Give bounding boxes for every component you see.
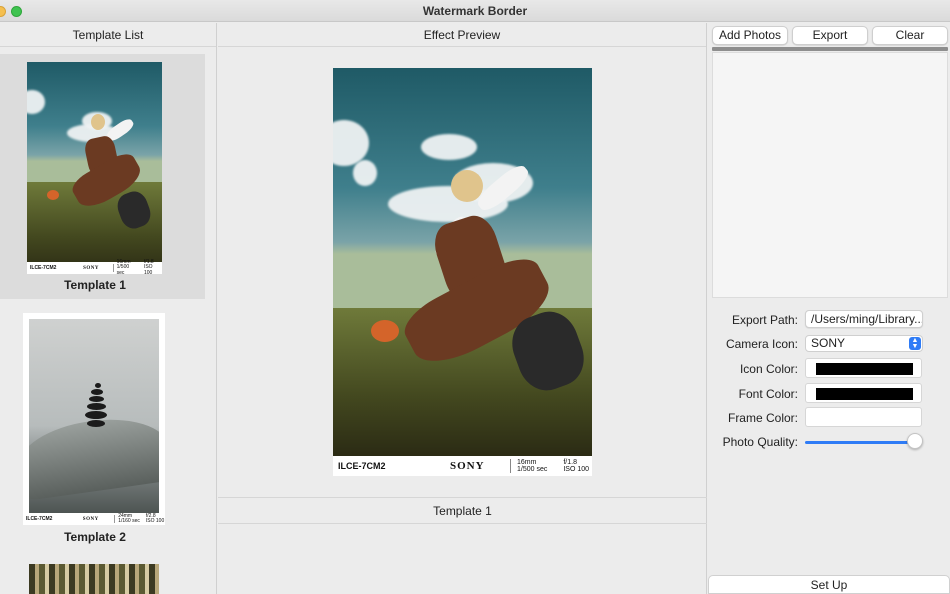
font-color-label: Font Color: — [738, 387, 798, 401]
template-1-label: Template 1 — [64, 278, 126, 292]
template-1-watermark: ILCE-7CM2 SONY 16mm 1/500 sec f/1.8 ISO 10… — [27, 260, 162, 274]
frame-color-swatch — [816, 412, 913, 424]
app-window: Watermark Border Template List ILCE-7CM2 — [0, 0, 950, 594]
template-2-thumbnail: ILCE-7CM2 SONY 24mm 1/160 sec f/2.8 ISO 10… — [23, 313, 165, 525]
template-item-1[interactable]: ILCE-7CM2 SONY 16mm 1/500 sec f/1.8 ISO 10… — [0, 54, 205, 299]
add-photos-button[interactable]: Add Photos — [712, 26, 788, 45]
preview-photo — [333, 68, 592, 456]
icon-color-swatch — [816, 363, 913, 375]
settings-panel: Add Photos Export Clear Export Path: /Us… — [708, 23, 950, 594]
frame-color-label: Frame Color: — [727, 411, 798, 425]
photo-quality-slider[interactable] — [805, 441, 915, 444]
template-item-3[interactable] — [0, 564, 205, 594]
camera-icon-selected-value: SONY — [811, 336, 846, 350]
preview-caption: Template 1 — [218, 498, 707, 524]
setup-button[interactable]: Set Up — [708, 575, 950, 594]
effect-preview-panel: Effect Preview ILCE-7CM2 SONY 16mm 1/500… — [218, 23, 707, 594]
clear-button[interactable]: Clear — [872, 26, 948, 45]
export-path-button[interactable]: /Users/ming/Library... — [805, 310, 923, 328]
font-color-swatch — [816, 388, 913, 400]
photo-quality-label: Photo Quality: — [722, 435, 798, 449]
preview-image: ILCE-7CM2 SONY 16mm 1/500 sec f/1.8 ISO 10… — [333, 68, 592, 476]
frame-color-well[interactable] — [805, 407, 922, 427]
camera-icon-select[interactable]: SONY ▲ ▼ — [805, 335, 923, 352]
effect-preview-header: Effect Preview — [218, 23, 706, 47]
title-bar: Watermark Border — [0, 0, 950, 22]
photo-quality-slider-knob[interactable] — [907, 433, 923, 449]
export-button[interactable]: Export — [792, 26, 868, 45]
export-path-label: Export Path: — [731, 313, 798, 327]
camera-icon-label: Camera Icon: — [725, 337, 798, 351]
icon-color-well[interactable] — [805, 358, 922, 378]
font-color-well[interactable] — [805, 383, 922, 403]
window-title: Watermark Border — [422, 4, 528, 18]
template-2-label: Template 2 — [64, 530, 126, 544]
preview-watermark-bar: ILCE-7CM2 SONY 16mm 1/500 sec f/1.8 ISO 10… — [333, 456, 592, 476]
icon-color-label: Icon Color: — [739, 362, 798, 376]
photo-list-area[interactable] — [712, 52, 948, 298]
template-list-panel: Template List ILCE-7CM2 SONY 16mm 1/500 … — [0, 23, 217, 594]
template-item-2[interactable]: ILCE-7CM2 SONY 24mm 1/160 sec f/2.8 ISO 10… — [0, 313, 205, 545]
template-3-thumbnail — [29, 564, 159, 594]
photo-list-progress — [712, 47, 948, 51]
template-list-header: Template List — [0, 23, 216, 47]
chevron-updown-icon: ▲ ▼ — [909, 337, 921, 350]
template-1-thumbnail: ILCE-7CM2 SONY 16mm 1/500 sec f/1.8 ISO 10… — [27, 62, 162, 274]
template-2-watermark: ILCE-7CM2 SONY 24mm 1/160 sec f/2.8 ISO 10… — [23, 513, 165, 525]
